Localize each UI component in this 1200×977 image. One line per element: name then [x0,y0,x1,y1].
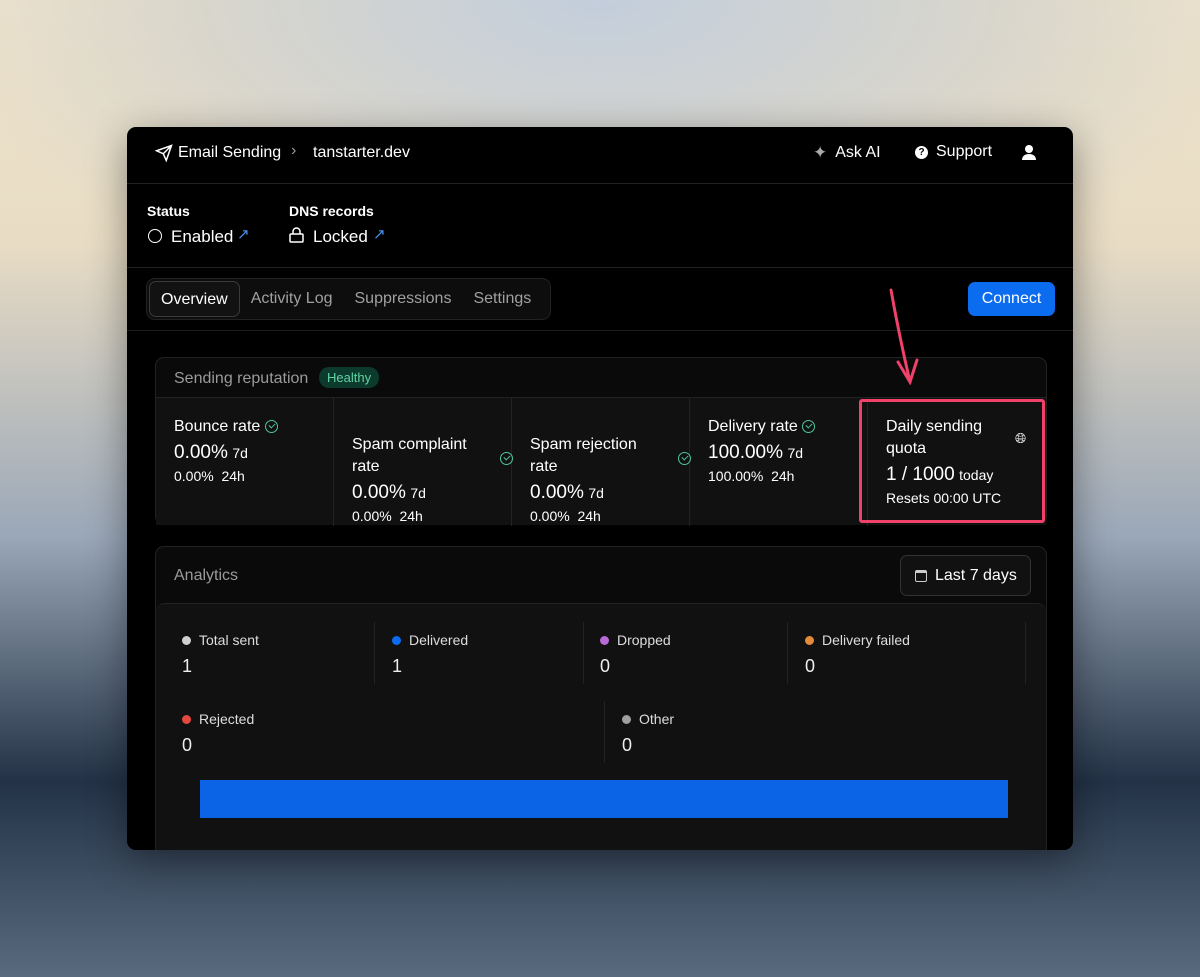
metric-7d-value: 100.00% [708,442,783,463]
metric-24h-value: 0.00% [352,508,392,524]
support-label: Support [936,143,992,161]
dns-value: Locked [313,227,368,247]
healthy-badge: Healthy [319,367,379,388]
breadcrumb-domain: tanstarter.dev [313,144,410,162]
breadcrumb-email-sending[interactable]: Email Sending [178,144,281,162]
stat-delivery-failed: Delivery failed 0 [805,632,910,677]
metric-label: Bounce rate [174,418,260,435]
analytics-title: Analytics [174,567,238,585]
period-label: 7d [588,485,604,501]
stat-value: 0 [182,735,254,756]
highlight-box [859,399,1045,523]
chevron-right-icon: › [291,142,296,160]
send-icon [155,144,173,162]
dns-label: DNS records [289,203,374,219]
connect-button[interactable]: Connect [968,282,1055,316]
stat-dropped: Dropped 0 [600,632,671,677]
stat-label: Delivered [409,632,468,648]
lock-icon [289,227,304,243]
legend-dot-icon [622,715,631,724]
date-range-button[interactable]: Last 7 days [900,555,1031,596]
stat-value: 0 [600,656,671,677]
stat-value: 1 [182,656,259,677]
metric-7d-value: 0.00% [530,482,584,503]
stat-label: Rejected [199,711,254,727]
legend-dot-icon [392,636,401,645]
legend-dot-icon [805,636,814,645]
metric-label: Spam rejection rate [530,434,660,478]
metric-7d-value: 0.00% [352,482,406,503]
stat-value: 0 [805,656,910,677]
metric-24h-value: 100.00% [708,468,763,484]
external-link-icon[interactable]: ↗ [373,225,386,243]
reputation-title: Sending reputation [174,370,308,388]
calendar-icon [915,570,927,582]
status-label: Status [147,203,190,219]
stat-label: Delivery failed [822,632,910,648]
stat-value: 0 [622,735,674,756]
period-label: 7d [787,445,803,461]
metric-spam-rejection-rate: Spam rejection rate 0.00% 7d 0.00% 24h [512,398,690,526]
ask-ai-label: Ask AI [835,144,880,162]
tab-activity-log[interactable]: Activity Log [240,281,344,317]
legend-dot-icon [182,715,191,724]
period-label: 24h [577,508,600,524]
legend-dot-icon [182,636,191,645]
metric-24h-value: 0.00% [174,468,214,484]
metric-label: Spam complaint rate [352,434,482,478]
stat-delivered: Delivered 1 [392,632,468,677]
tab-bar: Overview Activity Log Suppressions Setti… [146,278,551,320]
period-label: 24h [221,468,244,484]
divider [127,330,1073,331]
period-label: 7d [410,485,426,501]
metric-24h-value: 0.00% [530,508,570,524]
app-window: Email Sending › tanstarter.dev ✦ Ask AI … [127,127,1073,850]
ask-ai-button[interactable]: ✦ Ask AI [813,143,881,163]
analytics-panel: Total sent1Delivered1Dropped0Delivery fa… [156,603,1046,850]
metric-label: Delivery rate [708,418,798,435]
status-value: Enabled [171,227,233,247]
delivered-bar-segment [200,780,1008,818]
status-section: Status Enabled ↗ DNS records Locked ↗ [127,184,1073,268]
help-icon: ? [915,146,928,159]
stat-label: Dropped [617,632,671,648]
check-circle-icon [148,229,162,243]
sparkle-icon: ✦ [813,143,827,163]
period-label: 24h [399,508,422,524]
period-label: 7d [232,445,248,461]
top-bar: Email Sending › tanstarter.dev ✦ Ask AI … [127,127,1073,184]
metric-delivery-rate: Delivery rate 100.00% 7d 100.00% 24h [690,398,868,526]
check-circle-icon [265,420,278,433]
stat-label: Total sent [199,632,259,648]
tab-overview[interactable]: Overview [149,281,240,317]
annotation-arrow-icon [877,285,927,385]
stat-total-sent: Total sent 1 [182,632,259,677]
support-button[interactable]: ? Support [915,143,992,161]
check-circle-icon [802,420,815,433]
user-icon[interactable] [1021,144,1037,160]
stat-value: 1 [392,656,468,677]
distribution-bar [200,780,1008,818]
period-label: 24h [771,468,794,484]
stat-other: Other 0 [622,711,674,756]
tab-settings[interactable]: Settings [462,281,542,317]
stat-rejected: Rejected 0 [182,711,254,756]
analytics-card: Analytics Last 7 days Total sent1Deliver… [155,546,1047,850]
stat-label: Other [639,711,674,727]
metric-bounce-rate: Bounce rate 0.00% 7d 0.00% 24h [156,398,334,526]
legend-dot-icon [600,636,609,645]
date-range-label: Last 7 days [935,567,1017,585]
metric-spam-complaint-rate: Spam complaint rate 0.00% 7d 0.00% 24h [334,398,512,526]
external-link-icon[interactable]: ↗ [237,225,250,243]
tab-suppressions[interactable]: Suppressions [344,281,463,317]
metric-7d-value: 0.00% [174,442,228,463]
